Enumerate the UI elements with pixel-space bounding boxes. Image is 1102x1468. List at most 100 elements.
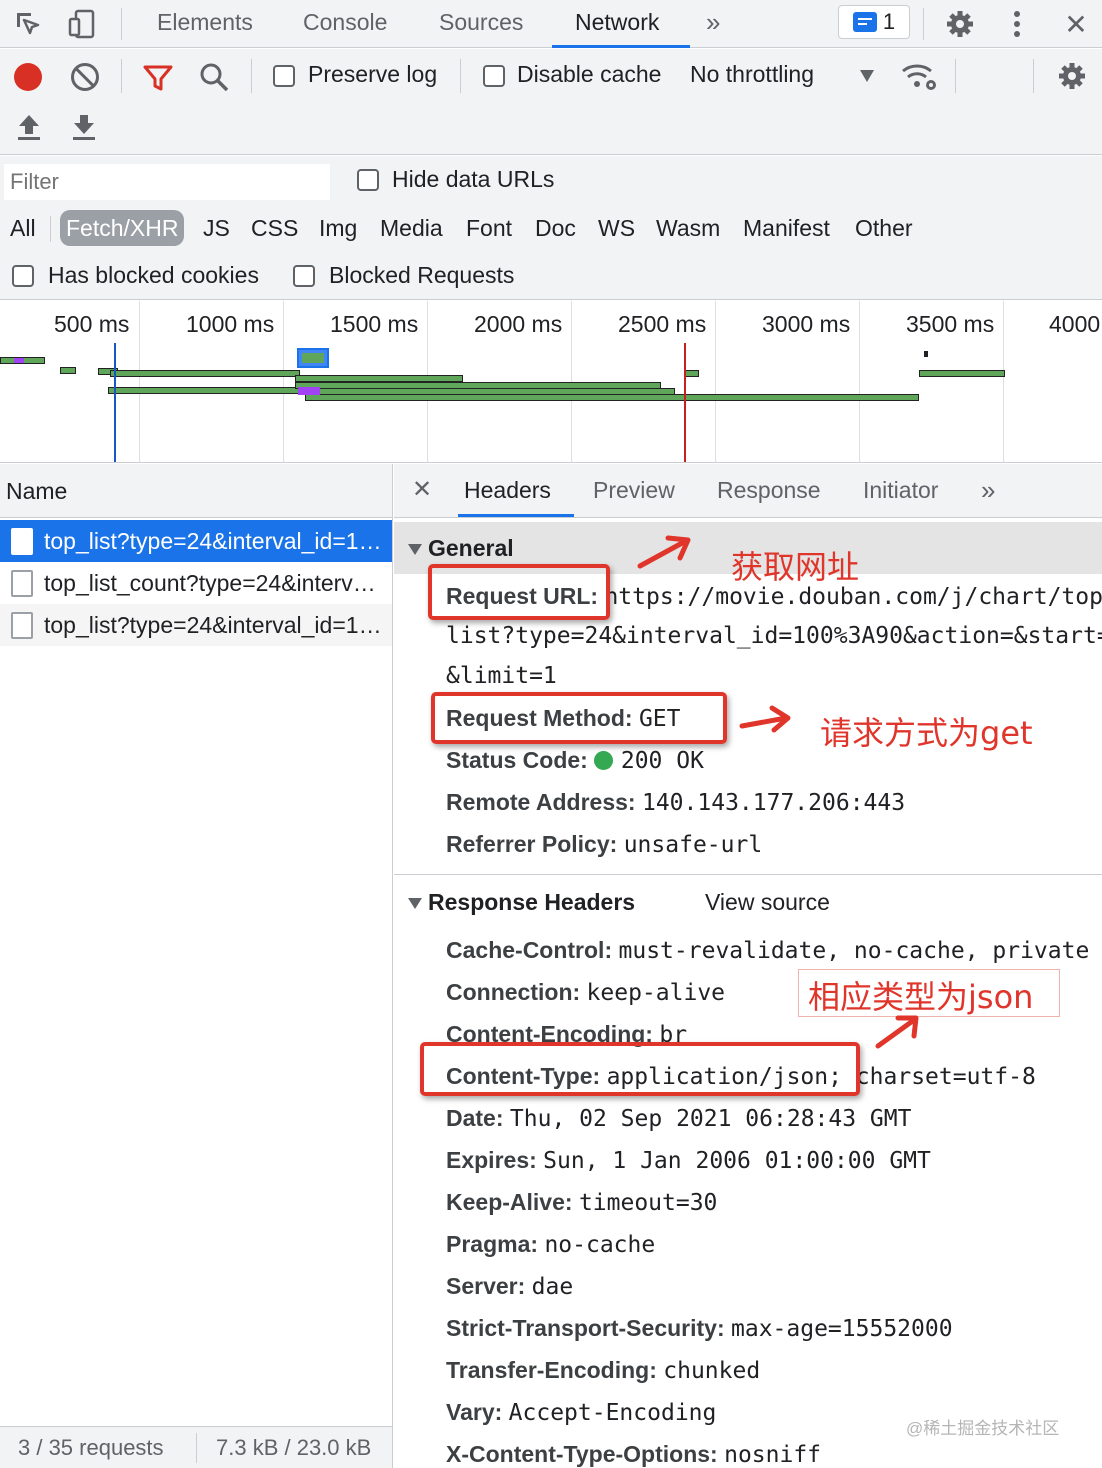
- name-column-header[interactable]: Name: [0, 464, 392, 518]
- search-icon[interactable]: [198, 61, 230, 93]
- response-header-key: Vary:: [446, 1399, 503, 1425]
- response-header-row: Cache-Control: must-revalidate, no-cache…: [446, 934, 1089, 967]
- response-header-key: Expires:: [446, 1147, 537, 1173]
- record-icon[interactable]: [14, 63, 42, 91]
- request-method-highlight: [431, 692, 727, 744]
- filter-type-media[interactable]: Media: [380, 210, 443, 246]
- waterfall-bar: [919, 370, 1005, 377]
- filter-type-doc[interactable]: Doc: [535, 210, 576, 246]
- messages-count: 1: [882, 9, 896, 34]
- filter-funnel-icon[interactable]: [143, 63, 173, 93]
- response-header-value: keep-alive: [586, 980, 726, 1006]
- tab-preview[interactable]: Preview: [593, 464, 675, 518]
- grid-line: [859, 301, 860, 462]
- divider: [50, 216, 51, 242]
- network-summary-bar: 3 / 35 requests 7.3 kB / 23.0 kB: [0, 1426, 392, 1468]
- message-icon: [852, 12, 877, 32]
- tab-network[interactable]: Network: [575, 0, 659, 48]
- response-headers-title: Response Headers: [428, 889, 636, 915]
- request-row[interactable]: top_list_count?type=24&interval_id=100%3…: [0, 562, 392, 604]
- filter-type-css[interactable]: CSS: [251, 210, 298, 246]
- response-header-row: Strict-Transport-Security: max-age=15552…: [446, 1312, 953, 1345]
- close-devtools-icon[interactable]: ✕: [1058, 6, 1094, 42]
- response-header-key: Transfer-Encoding:: [446, 1357, 657, 1383]
- response-header-value: timeout=30: [578, 1190, 718, 1216]
- tab-sources[interactable]: Sources: [439, 0, 523, 48]
- filter-type-font[interactable]: Font: [466, 210, 512, 246]
- settings-gear-icon[interactable]: [942, 6, 978, 42]
- waterfall-bar: [60, 367, 76, 374]
- caret-down-icon: [408, 544, 422, 556]
- import-har-upload-icon[interactable]: [16, 113, 42, 141]
- disable-cache-label: Disable cache: [517, 61, 662, 87]
- request-row[interactable]: top_list?type=24&interval_id=100%3A90&ac…: [0, 520, 392, 562]
- request-name: top_list_count?type=24&interval_id=100%3…: [44, 570, 392, 596]
- waterfall-bar: [108, 387, 303, 394]
- filter-type-wasm[interactable]: Wasm: [656, 210, 720, 246]
- filter-type-other[interactable]: Other: [855, 210, 913, 246]
- remote-address-value: 140.143.177.206:443: [641, 790, 906, 816]
- has-blocked-cookies-label: Has blocked cookies: [48, 262, 259, 288]
- more-detail-tabs-icon[interactable]: »: [981, 464, 995, 518]
- filter-type-all[interactable]: All: [10, 210, 36, 246]
- response-header-value: Sun, 1 Jan 2006 01:00:00 GMT: [543, 1148, 931, 1174]
- view-source-link[interactable]: View source: [705, 876, 830, 928]
- referrer-policy-value: unsafe-url: [623, 832, 763, 858]
- response-header-value: max-age=15552000: [731, 1316, 953, 1342]
- filter-type-js[interactable]: JS: [203, 210, 230, 246]
- filter-type-ws[interactable]: WS: [598, 210, 635, 246]
- request-list-panel: Name top_list?type=24&interval_id=100%3A…: [0, 464, 393, 1468]
- more-options-icon[interactable]: [999, 6, 1035, 42]
- response-header-key: Server:: [446, 1273, 526, 1299]
- grid-line: [139, 301, 140, 462]
- status-code-value: 200 OK: [620, 748, 704, 774]
- throttling-select[interactable]: No throttling: [690, 61, 814, 88]
- hide-data-urls-checkbox[interactable]: [357, 169, 379, 191]
- export-har-download-icon[interactable]: [71, 113, 97, 141]
- general-title: General: [428, 535, 514, 561]
- referrer-policy-key: Referrer Policy:: [446, 831, 618, 857]
- divider: [460, 59, 461, 93]
- network-toolbar: Preserve log Disable cache No throttling: [0, 49, 1102, 155]
- filter-type-fetch-xhr[interactable]: Fetch/XHR: [60, 210, 185, 246]
- divider: [1033, 59, 1034, 93]
- divider: [923, 8, 924, 40]
- timeline-tick-label: 2500 ms: [618, 311, 707, 337]
- request-row[interactable]: top_list?type=24&interval_id=100%3A90&ac…: [0, 604, 392, 646]
- divider: [955, 59, 956, 93]
- inspect-element-icon[interactable]: [10, 6, 46, 42]
- messages-badge[interactable]: 1: [838, 5, 910, 39]
- disable-cache-checkbox[interactable]: [483, 65, 505, 87]
- divider: [121, 8, 122, 40]
- network-conditions-wifi-icon[interactable]: [900, 61, 940, 93]
- device-toolbar-icon[interactable]: [64, 6, 100, 42]
- preserve-log-checkbox[interactable]: [273, 65, 295, 87]
- filter-input[interactable]: [4, 164, 330, 200]
- blocked-requests-checkbox[interactable]: [293, 265, 315, 287]
- tab-console[interactable]: Console: [303, 0, 387, 48]
- waterfall-bar-segment: [298, 387, 320, 395]
- response-headers-section-header[interactable]: Response Headers View source: [394, 876, 1102, 928]
- annotation-url-note: 获取网址: [731, 548, 860, 586]
- tab-initiator[interactable]: Initiator: [863, 464, 938, 518]
- tab-headers[interactable]: Headers: [464, 464, 551, 518]
- xhr-file-icon: [11, 570, 33, 597]
- network-settings-gear-icon[interactable]: [1057, 61, 1087, 91]
- filter-type-manifest[interactable]: Manifest: [743, 210, 830, 246]
- waterfall-bar: [685, 370, 699, 377]
- request-url-value-cont: &limit=1: [446, 663, 557, 689]
- tab-elements[interactable]: Elements: [157, 0, 253, 48]
- tab-response[interactable]: Response: [717, 464, 821, 518]
- chevron-down-icon[interactable]: [860, 70, 874, 82]
- annotation-arrow-icon: [875, 1015, 919, 1049]
- network-timeline-overview[interactable]: 500 ms 1000 ms 1500 ms 2000 ms 2500 ms 3…: [0, 301, 1102, 463]
- clear-icon[interactable]: [71, 63, 99, 91]
- response-header-row: Server: dae: [446, 1270, 573, 1303]
- close-detail-icon[interactable]: ✕: [412, 464, 432, 518]
- has-blocked-cookies-checkbox[interactable]: [12, 265, 34, 287]
- caret-down-icon: [408, 898, 422, 910]
- more-tabs-icon[interactable]: »: [706, 0, 720, 48]
- request-url-highlight: [428, 564, 610, 620]
- filter-type-img[interactable]: Img: [319, 210, 357, 246]
- divider: [251, 59, 252, 93]
